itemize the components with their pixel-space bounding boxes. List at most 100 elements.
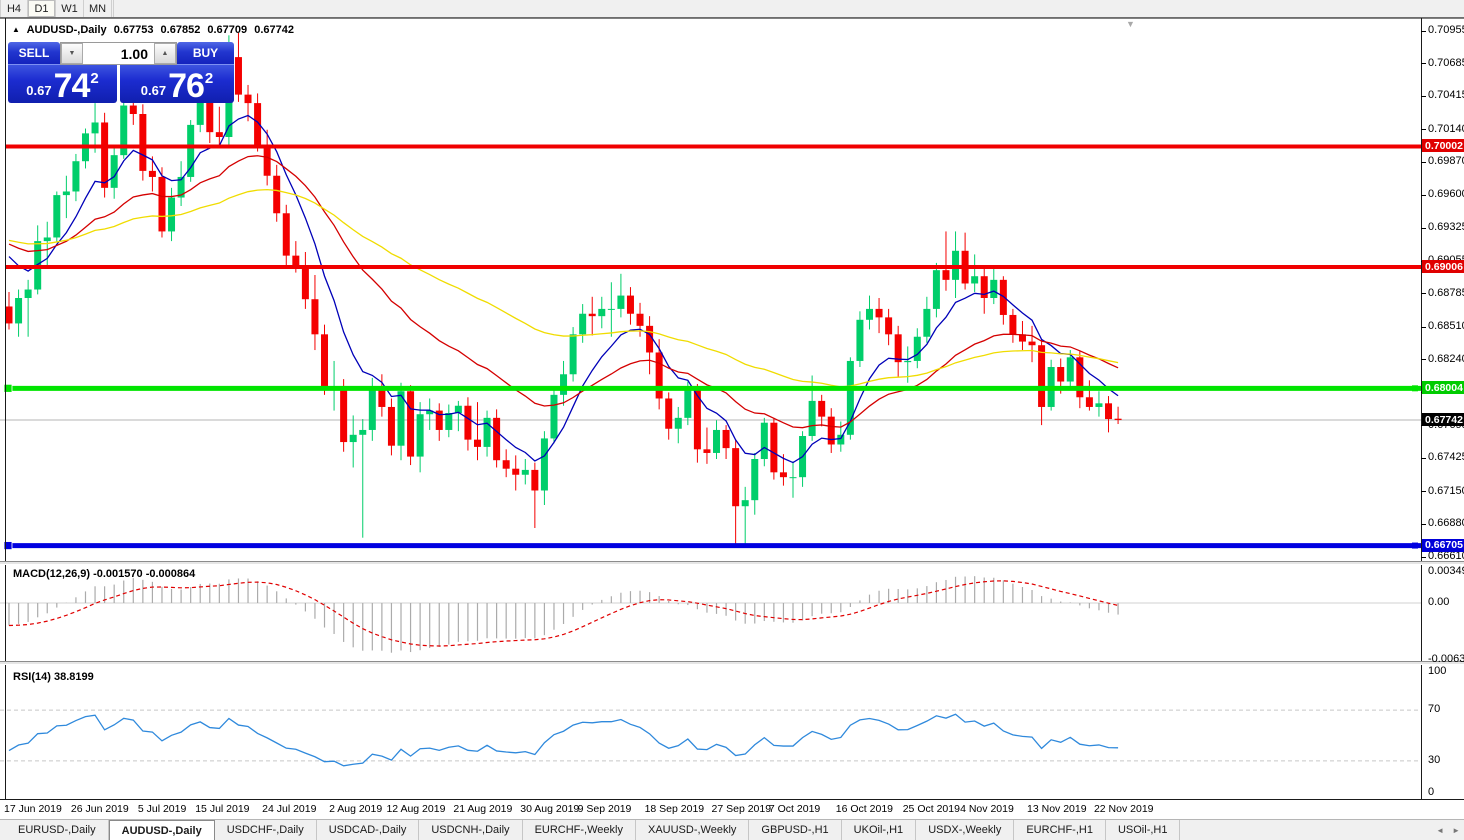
candle — [34, 225, 41, 294]
candle — [53, 191, 60, 242]
tab-usdchf-daily[interactable]: USDCHF-,Daily — [215, 820, 317, 840]
date-label: 26 Jun 2019 — [71, 803, 129, 815]
tab-ukoil-h1[interactable]: UKOil-,H1 — [842, 820, 917, 840]
price-tick-mark — [1421, 458, 1426, 459]
tab-usdx-weekly[interactable]: USDX-,Weekly — [916, 820, 1014, 840]
candle — [464, 397, 471, 450]
volume-increase-button[interactable]: ▲ — [154, 43, 176, 64]
buy-button[interactable]: BUY — [177, 42, 234, 65]
macd-axis-label: 0.00349 — [1428, 565, 1464, 577]
buy-pipette: 2 — [205, 70, 213, 87]
candle — [828, 408, 835, 453]
date-label: 18 Sep 2019 — [645, 803, 705, 815]
buy-big-figure: 0.67 — [141, 81, 166, 101]
rsi-plot[interactable] — [0, 666, 1421, 799]
ohlc-open: 0.67753 — [114, 24, 154, 36]
candle — [665, 392, 672, 439]
candle — [751, 453, 758, 515]
candle — [321, 325, 328, 395]
candle — [579, 304, 586, 343]
price-tick-label: 0.70140 — [1428, 123, 1464, 135]
tab-scroll-right-icon[interactable]: ► — [1452, 826, 1460, 835]
tab-eurchf-weekly[interactable]: EURCHF-,Weekly — [523, 820, 636, 840]
candle — [63, 176, 70, 218]
candle — [455, 401, 462, 431]
tab-eurchf-h1[interactable]: EURCHF-,H1 — [1014, 820, 1106, 840]
candle — [818, 395, 825, 426]
timeframe-button-d1[interactable]: D1 — [28, 0, 56, 17]
price-tick-label: 0.70685 — [1428, 57, 1464, 69]
candle — [589, 297, 596, 336]
candle — [1105, 396, 1112, 432]
macd-panel-splitter[interactable] — [0, 561, 1464, 565]
volume-spinner: ▼ 1.00 ▲ — [60, 42, 177, 65]
macd-axis-label: 0.00 — [1428, 596, 1449, 608]
price-tick-mark — [1421, 557, 1426, 558]
candle — [398, 383, 405, 460]
candle — [866, 296, 873, 330]
date-label: 21 Aug 2019 — [453, 803, 512, 815]
candle — [856, 311, 863, 367]
macd-plot[interactable] — [0, 566, 1421, 666]
price-tick-mark — [1421, 359, 1426, 360]
date-label: 13 Nov 2019 — [1027, 803, 1087, 815]
date-label: 22 Nov 2019 — [1094, 803, 1154, 815]
tab-eurusd-daily[interactable]: EURUSD-,Daily — [6, 820, 109, 840]
line-handle[interactable] — [1412, 385, 1418, 391]
tab-scroll-left-icon[interactable]: ◄ — [1436, 826, 1444, 835]
rsi-panel-splitter[interactable] — [0, 661, 1464, 665]
chart-ohlc-header: ▲ AUDUSD-,Daily 0.67753 0.67852 0.67709 … — [12, 24, 298, 36]
chart-shift-marker-icon[interactable]: ▼ — [1126, 19, 1135, 29]
tab-usdcnh-daily[interactable]: USDCNH-,Daily — [419, 820, 522, 840]
timeframe-button-h4[interactable]: H4 — [0, 0, 28, 17]
date-label: 7 Oct 2019 — [769, 803, 820, 815]
line-handle[interactable] — [1412, 543, 1418, 549]
candle — [139, 104, 146, 180]
timeframe-toolbar: H4 D1 W1 MN — [0, 0, 1464, 18]
timeframe-button-mn[interactable]: MN — [84, 0, 112, 17]
volume-decrease-button[interactable]: ▼ — [61, 43, 83, 64]
date-label: 30 Aug 2019 — [520, 803, 579, 815]
rsi-label: RSI(14) 38.8199 — [13, 671, 94, 683]
tab-xauusd-weekly[interactable]: XAUUSD-,Weekly — [636, 820, 749, 840]
price-tick-mark — [1421, 129, 1426, 130]
sell-price-display[interactable]: 0.67 74 2 — [8, 65, 117, 103]
candle — [388, 398, 395, 455]
buy-pips: 76 — [168, 71, 204, 101]
tab-audusd-daily[interactable]: AUDUSD-,Daily — [109, 820, 215, 840]
time-axis-separator — [0, 799, 1464, 800]
tab-gbpusd-h1[interactable]: GBPUSD-,H1 — [749, 820, 841, 840]
candle — [235, 33, 242, 102]
candle — [809, 375, 816, 440]
rsi-axis-label: 30 — [1428, 754, 1440, 766]
date-label: 15 Jul 2019 — [195, 803, 249, 815]
macd-axis-label: -0.00637 — [1428, 653, 1464, 665]
candle — [493, 409, 500, 467]
candle — [608, 282, 615, 336]
candle — [1067, 350, 1074, 389]
tab-usdcad-daily[interactable]: USDCAD-,Daily — [317, 820, 420, 840]
candle — [617, 274, 624, 318]
tab-usoil-h1[interactable]: USOil-,H1 — [1106, 820, 1181, 840]
sell-button[interactable]: SELL — [8, 42, 60, 65]
candle — [981, 269, 988, 314]
candle — [120, 98, 127, 159]
candle — [761, 418, 768, 466]
candle — [1115, 407, 1122, 424]
candle — [417, 402, 424, 472]
price-tick-label: 0.70415 — [1428, 89, 1464, 101]
collapse-triangle-icon[interactable]: ▲ — [12, 25, 20, 34]
buy-price-display[interactable]: 0.67 76 2 — [120, 65, 234, 103]
candle — [675, 407, 682, 443]
timeframe-button-w1[interactable]: W1 — [56, 0, 84, 17]
candle — [1076, 351, 1083, 408]
price-tick-mark — [1421, 327, 1426, 328]
rsi-axis-label: 70 — [1428, 703, 1440, 715]
trading-terminal-window: H4 D1 W1 MN ▼ ▲ AUDUSD-,Daily 0.67753 0.… — [0, 0, 1464, 840]
candle — [933, 263, 940, 317]
candle — [1029, 326, 1036, 362]
volume-input[interactable]: 1.00 — [83, 43, 154, 64]
candle — [550, 389, 557, 443]
sell-pips: 74 — [54, 71, 90, 101]
ohlc-close: 0.67742 — [254, 24, 294, 36]
